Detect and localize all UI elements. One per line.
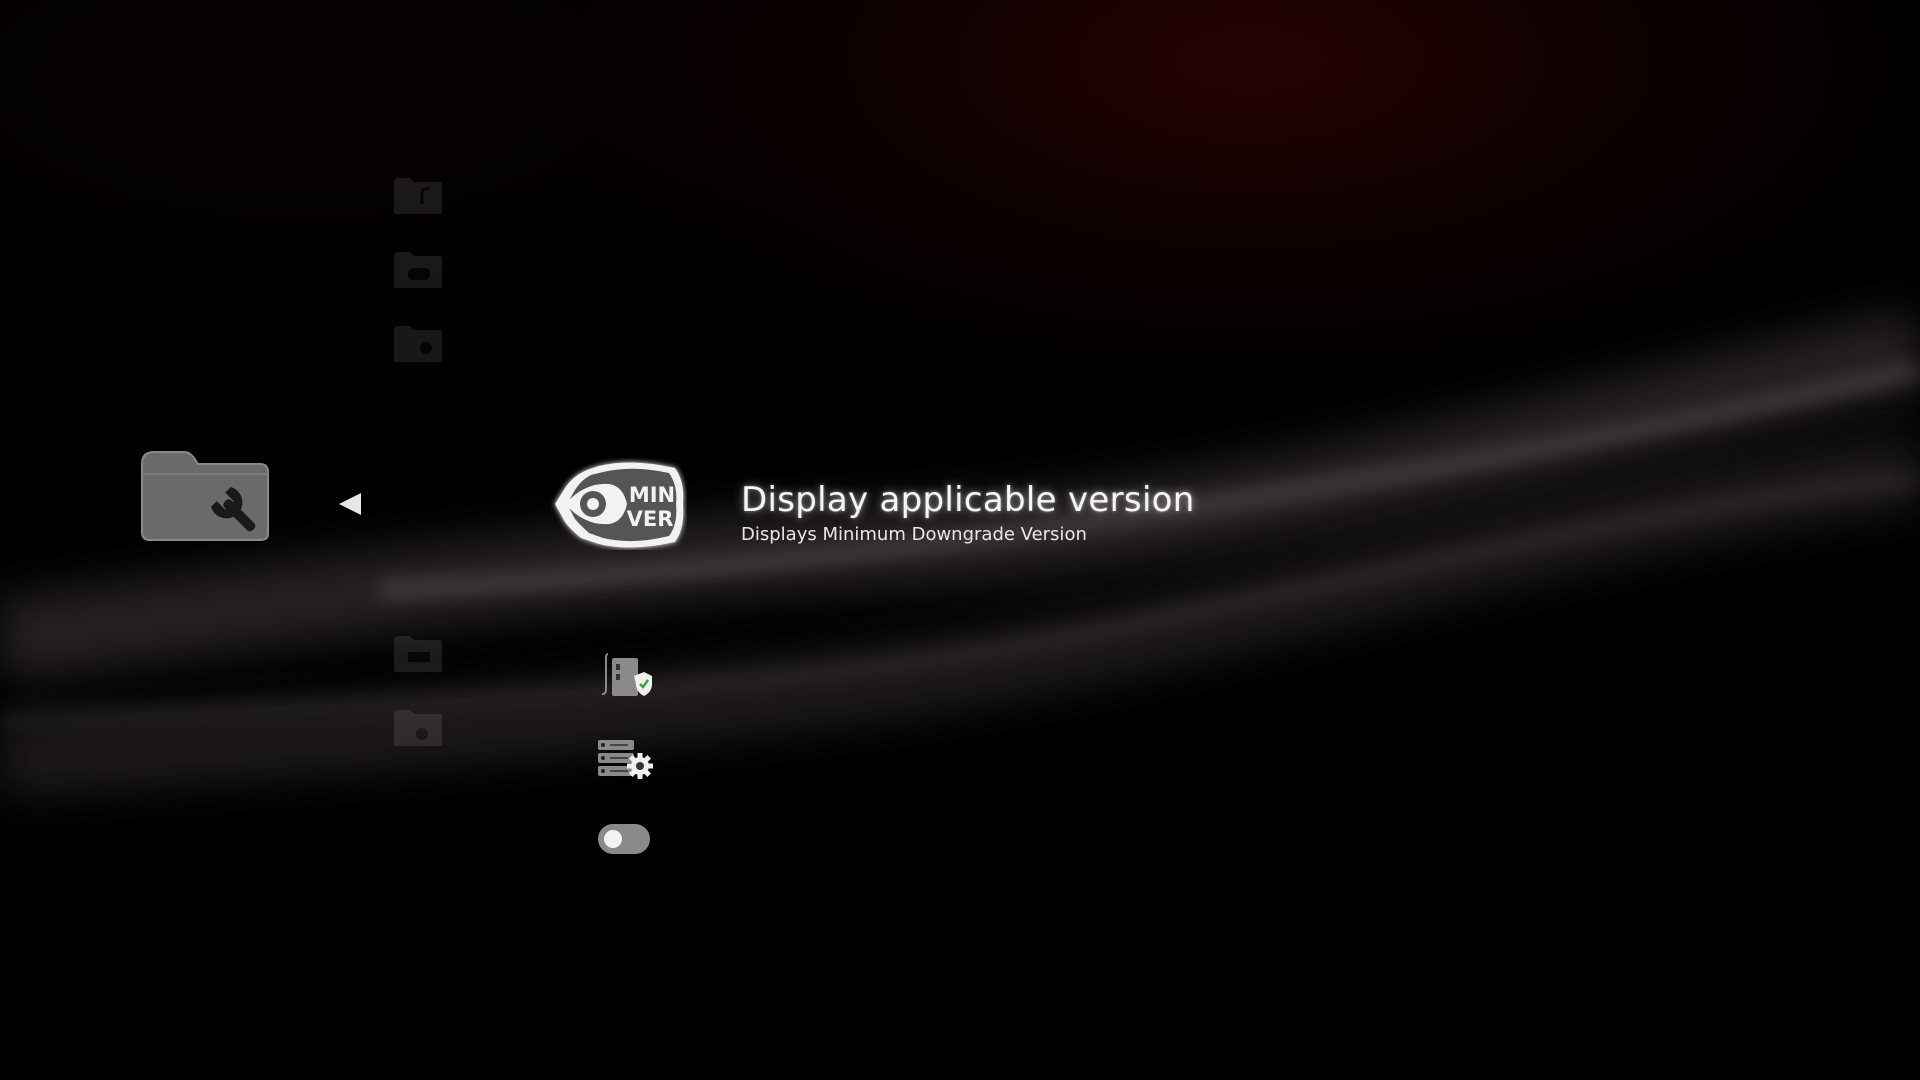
folder-tv-icon[interactable]	[392, 634, 444, 674]
folder-network-icon[interactable]	[392, 708, 444, 748]
xmb-screen: MIN VER Display applicable version Displ…	[0, 0, 1920, 1080]
folder-music-icon[interactable]	[392, 176, 444, 216]
folder-wrench-icon[interactable]	[138, 448, 272, 544]
item-description: Displays Minimum Downgrade Version	[741, 524, 1087, 545]
badge-ver-label: VER	[627, 507, 674, 531]
server-settings-icon[interactable]	[594, 734, 654, 784]
security-phone-shield-icon[interactable]	[594, 650, 654, 700]
left-arrow-icon[interactable]	[335, 489, 365, 519]
badge-min-label: MIN	[629, 483, 675, 507]
toggle-switch-icon[interactable]	[594, 814, 654, 864]
folder-game-icon[interactable]	[392, 250, 444, 290]
item-title: Display applicable version	[741, 480, 1195, 520]
folder-camera-icon[interactable]	[392, 324, 444, 364]
min-ver-eye-icon[interactable]: MIN VER	[551, 458, 687, 550]
